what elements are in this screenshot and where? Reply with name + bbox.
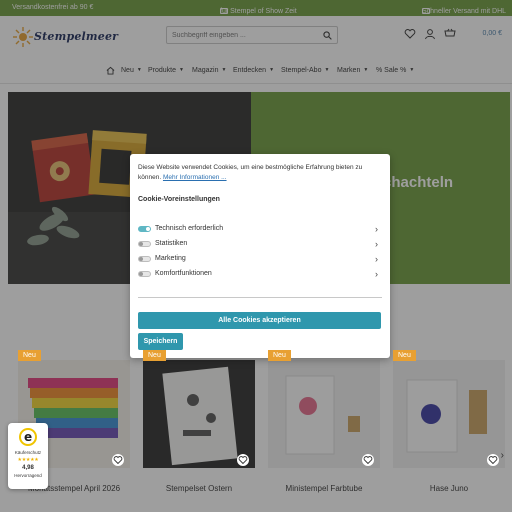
cookie-consent-modal: Diese Website verwendet Cookies, um eine…	[130, 154, 390, 358]
cookie-option-label: Komfortfunktionen	[155, 270, 212, 277]
cookie-option-marketing[interactable]: Marketing ›	[138, 254, 382, 266]
cookie-option-label: Technisch erforderlich	[155, 225, 224, 232]
heart-icon[interactable]	[237, 454, 249, 466]
chevron-right-icon[interactable]: ›	[375, 239, 378, 249]
cookie-option-comfort[interactable]: Komfortfunktionen ›	[138, 269, 382, 281]
save-button[interactable]: Speichern	[138, 333, 183, 350]
chevron-right-icon[interactable]: ›	[375, 269, 378, 279]
toggle-switch[interactable]	[138, 226, 151, 232]
trust-seal-icon	[19, 428, 37, 446]
toggle-switch[interactable]	[138, 271, 151, 277]
new-badge: Neu	[18, 350, 41, 361]
chevron-right-icon[interactable]: ›	[375, 224, 378, 234]
rating-score: 4,98	[22, 465, 34, 471]
rating-text: Hervorragend	[14, 473, 42, 478]
heart-icon[interactable]	[112, 454, 124, 466]
cookie-option-technical[interactable]: Technisch erforderlich ›	[138, 224, 382, 236]
toggle-switch[interactable]	[138, 256, 151, 262]
cookie-option-label: Statistiken	[155, 240, 188, 247]
new-badge: Neu	[143, 350, 166, 361]
divider	[138, 297, 382, 298]
cookie-option-statistics[interactable]: Statistiken ›	[138, 239, 382, 251]
trust-label: Käuferschutz	[14, 450, 42, 455]
cookie-settings-heading: Cookie-Voreinstellungen	[138, 196, 220, 203]
accept-all-button[interactable]: Alle Cookies akzeptieren	[138, 312, 381, 329]
more-info-link[interactable]: Mehr Informationen ...	[163, 174, 227, 181]
chevron-right-icon[interactable]: ›	[375, 254, 378, 264]
new-badge: Neu	[393, 350, 416, 361]
toggle-switch[interactable]	[138, 241, 151, 247]
rating-stars: ★★★★★	[17, 457, 39, 463]
heart-icon[interactable]	[487, 454, 499, 466]
trusted-shops-badge[interactable]: Käuferschutz ★★★★★ 4,98 Hervorragend	[8, 423, 48, 489]
heart-icon[interactable]	[362, 454, 374, 466]
new-badge: Neu	[268, 350, 291, 361]
cookie-intro: Diese Website verwendet Cookies, um eine…	[138, 163, 382, 183]
cookie-option-label: Marketing	[155, 255, 186, 262]
